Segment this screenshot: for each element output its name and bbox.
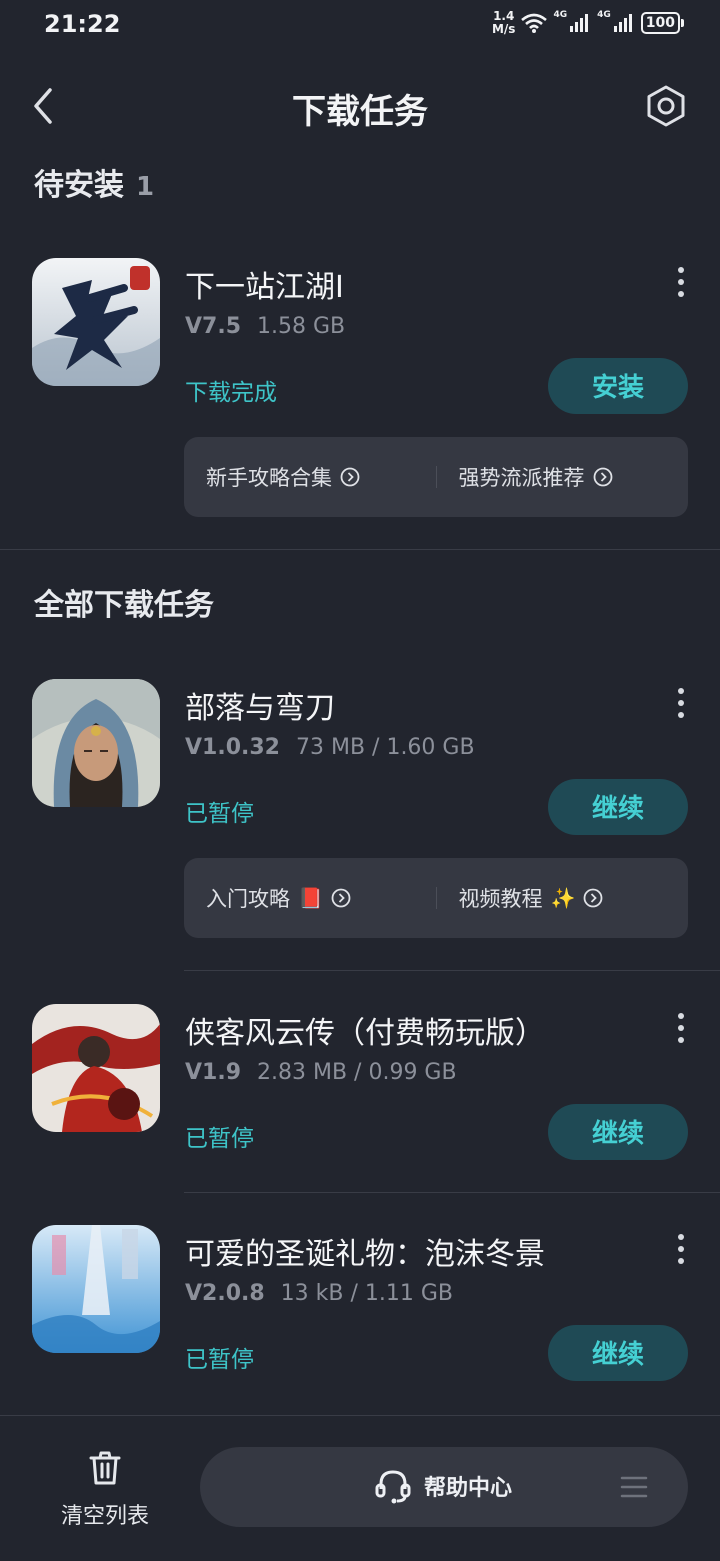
guide-link-beginner[interactable]: 新手攻略合集 bbox=[184, 462, 436, 492]
more-vertical-icon bbox=[678, 688, 684, 694]
more-vertical-icon bbox=[678, 1234, 684, 1240]
guide-left-label: 入门攻略 bbox=[206, 887, 290, 911]
app-version: V2.0.8 bbox=[185, 1281, 265, 1306]
more-options-button[interactable] bbox=[668, 683, 694, 723]
pending-app-status: 下载完成 bbox=[185, 380, 277, 406]
app-meta: V2.0.8 13 kB / 1.11 GB bbox=[185, 1281, 453, 1306]
download-progress: 13 kB / 1.11 GB bbox=[280, 1281, 454, 1306]
more-options-button[interactable] bbox=[668, 1229, 694, 1269]
install-button[interactable]: 安装 bbox=[548, 358, 688, 414]
pending-app-size: 1.58 GB bbox=[257, 314, 346, 339]
app-icon-art bbox=[32, 258, 160, 386]
pending-app-version: V7.5 bbox=[185, 314, 241, 339]
pending-app-name: 下一站江湖Ⅰ bbox=[185, 270, 344, 305]
headset-icon bbox=[375, 1470, 411, 1504]
battery-icon: 100 bbox=[640, 12, 685, 34]
guide-links: 新手攻略合集 强势流派推荐 bbox=[184, 437, 688, 517]
net-speed-unit: M/s bbox=[491, 22, 516, 36]
pending-app-meta: V7.5 1.58 GB bbox=[185, 314, 345, 339]
pending-title-text: 待安装 bbox=[34, 168, 124, 203]
signal2-label: 4G bbox=[597, 10, 611, 20]
app-icon-xiake[interactable] bbox=[32, 1004, 160, 1132]
row-divider bbox=[184, 1192, 720, 1193]
status-time: 21:22 bbox=[44, 10, 121, 38]
app-icon-art bbox=[32, 1004, 160, 1132]
app-icon-art bbox=[32, 679, 160, 807]
all-section-title: 全部下载任务 bbox=[34, 588, 214, 623]
page-title: 下载任务 bbox=[292, 92, 428, 132]
guide-link-video[interactable]: 视频教程 ✨ bbox=[437, 883, 689, 913]
clear-list-label: 清空列表 bbox=[60, 1504, 149, 1529]
app-name: 部落与弯刀 bbox=[185, 691, 335, 726]
app-icon-art bbox=[32, 1225, 160, 1353]
section-divider bbox=[0, 549, 720, 550]
status-icons: 1.4 M/s 4G 4G 100 bbox=[492, 10, 685, 36]
help-center-label: 帮助中心 bbox=[424, 1476, 513, 1501]
app-name: 侠客风云传（付费畅玩版） bbox=[185, 1016, 545, 1051]
app-icon-buluo[interactable] bbox=[32, 679, 160, 807]
settings-hexagon-icon bbox=[647, 85, 685, 127]
guide-link-intro[interactable]: 入门攻略 📕 bbox=[184, 883, 436, 913]
signal-bars-icon bbox=[570, 14, 589, 32]
more-options-button[interactable] bbox=[668, 1008, 694, 1048]
app-status: 已暂停 bbox=[185, 801, 254, 827]
app-status: 已暂停 bbox=[185, 1347, 254, 1373]
clear-list-button[interactable]: 清空列表 bbox=[46, 1448, 164, 1538]
circle-arrow-right-icon bbox=[593, 467, 612, 487]
download-progress: 73 MB / 1.60 GB bbox=[295, 735, 475, 760]
resume-button[interactable]: 继续 bbox=[548, 1104, 688, 1160]
guide-links: 入门攻略 📕 视频教程 ✨ bbox=[184, 858, 688, 938]
signal-bars-icon bbox=[613, 14, 632, 32]
row-divider bbox=[184, 970, 720, 971]
app-version: V1.0.32 bbox=[185, 735, 280, 760]
circle-arrow-right-icon bbox=[331, 888, 351, 908]
app-meta: V1.0.32 73 MB / 1.60 GB bbox=[185, 735, 475, 760]
pending-section-title: 待安装 1 bbox=[34, 160, 154, 204]
guide-left-label: 新手攻略合集 bbox=[206, 466, 332, 490]
resume-button[interactable]: 继续 bbox=[548, 1325, 688, 1381]
app-status: 已暂停 bbox=[185, 1126, 254, 1152]
circle-arrow-right-icon bbox=[340, 467, 360, 487]
more-options-button[interactable] bbox=[668, 262, 694, 302]
book-emoji-icon: 📕 bbox=[298, 886, 323, 910]
app-icon-christmas[interactable] bbox=[32, 1225, 160, 1353]
pending-count: 1 bbox=[136, 172, 155, 202]
help-center-button[interactable]: 帮助中心 bbox=[200, 1447, 688, 1527]
network-speed: 1.4 M/s bbox=[492, 10, 515, 36]
download-progress: 2.83 MB / 0.99 GB bbox=[257, 1060, 457, 1085]
more-vertical-icon bbox=[678, 1013, 684, 1019]
wifi-icon bbox=[521, 13, 548, 33]
app-version: V1.9 bbox=[185, 1060, 241, 1085]
guide-link-build[interactable]: 强势流派推荐 bbox=[437, 462, 689, 492]
app-name: 可爱的圣诞礼物：泡沫冬景 bbox=[185, 1237, 545, 1272]
guide-right-label: 强势流派推荐 bbox=[458, 466, 585, 490]
more-vertical-icon bbox=[678, 267, 684, 273]
settings-button[interactable] bbox=[644, 84, 688, 128]
signal1-label: 4G bbox=[553, 10, 568, 20]
guide-right-label: 视频教程 bbox=[458, 887, 543, 911]
circle-arrow-right-icon bbox=[584, 888, 603, 908]
sparkles-emoji-icon: ✨ bbox=[550, 886, 576, 910]
resume-button[interactable]: 继续 bbox=[548, 779, 688, 835]
menu-lines-icon bbox=[620, 1476, 648, 1498]
app-meta: V1.9 2.83 MB / 0.99 GB bbox=[185, 1060, 457, 1085]
app-icon-xiayizhan[interactable] bbox=[32, 258, 160, 386]
trash-icon bbox=[89, 1451, 121, 1485]
help-center-content: 帮助中心 bbox=[374, 1467, 512, 1505]
